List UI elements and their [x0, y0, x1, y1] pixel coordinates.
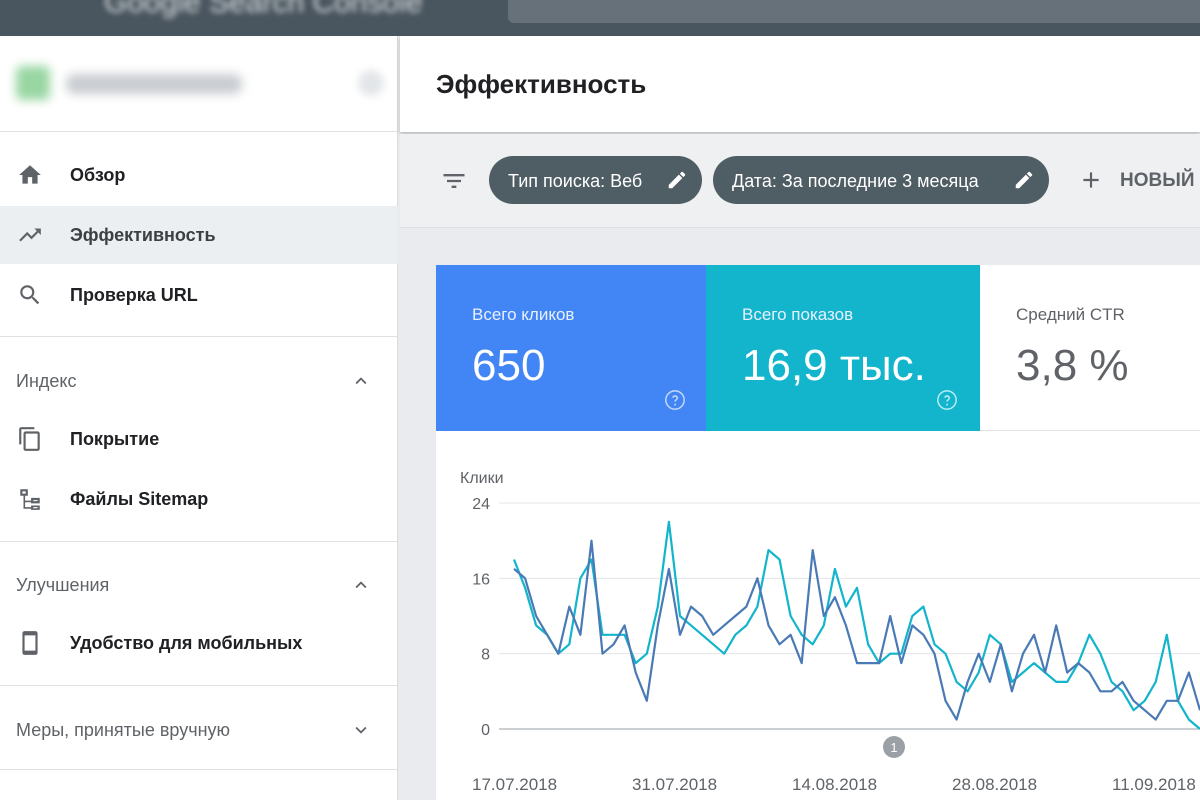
divider — [0, 769, 398, 770]
sidebar-item-label: Покрытие — [70, 429, 160, 449]
metric-value: 3,8 % — [1016, 341, 1129, 390]
section-label: Меры, принятые вручную — [16, 720, 231, 740]
sidebar-item-coverage[interactable]: Покрытие — [0, 410, 398, 468]
metric-average-ctr[interactable]: Средний CTR 3,8 % — [980, 265, 1200, 431]
page-title: Эффективность — [436, 69, 647, 99]
sidebar-item-overview[interactable]: Обзор — [0, 146, 398, 204]
section-index[interactable]: Индекс — [0, 352, 398, 408]
sidebar-item-url-inspection[interactable]: Проверка URL — [0, 266, 398, 324]
plus-icon — [1083, 172, 1099, 188]
divider — [0, 685, 398, 686]
sidebar-item-mobile-usability[interactable]: Удобство для мобильных — [0, 614, 398, 672]
property-favicon — [16, 66, 50, 100]
copy-pages-icon — [19, 427, 40, 451]
sidebar-item-label: Удобство для мобильных — [70, 633, 303, 653]
x-tick-label: 28.08.2018 — [952, 775, 1037, 794]
x-tick-label: 14.08.2018 — [792, 775, 877, 794]
search-bar[interactable] — [508, 0, 1200, 23]
sidebar-item-label: Эффективность — [70, 225, 216, 245]
metric-label: Средний CTR — [1016, 305, 1125, 324]
y-tick-label: 8 — [481, 647, 490, 664]
metric-label: Всего показов — [742, 305, 854, 324]
sidebar: Обзор Эффективность Проверка URL Индекс … — [0, 36, 398, 800]
impressions-series-line — [512, 520, 1200, 730]
app-bar: Google Search Console — [0, 0, 1200, 36]
y-tick-label: 0 — [481, 722, 490, 739]
smartphone-icon — [22, 631, 38, 655]
metric-value: 650 — [472, 341, 546, 390]
help-icon[interactable] — [936, 389, 958, 411]
chevron-up-icon — [355, 377, 367, 385]
search-type-filter-chip[interactable]: Тип поиска: Веб — [489, 156, 702, 204]
sidebar-item-label: Проверка URL — [70, 285, 198, 305]
section-manual-actions[interactable]: Меры, принятые вручную — [0, 701, 398, 757]
x-tick-label: 31.07.2018 — [632, 775, 717, 794]
home-icon — [19, 165, 41, 184]
search-icon — [20, 285, 40, 305]
property-name — [66, 74, 242, 94]
sidebar-item-label: Файлы Sitemap — [70, 489, 209, 509]
annotation-label: 1 — [890, 740, 897, 755]
property-selector[interactable] — [0, 36, 398, 132]
divider — [0, 336, 398, 337]
sidebar-item-label: Обзор — [70, 165, 126, 185]
clicks-series-line — [513, 539, 1200, 721]
chevron-down-icon — [355, 726, 367, 734]
app-title: Google Search Console — [104, 0, 423, 19]
x-tick-label: 17.07.2018 — [472, 775, 557, 794]
metric-total-clicks[interactable]: Всего кликов 650 — [436, 265, 706, 431]
y-tick-label: 24 — [472, 496, 490, 513]
help-icon[interactable] — [664, 389, 686, 411]
sitemap-icon — [20, 489, 40, 510]
property-dropdown-icon — [358, 70, 384, 96]
section-enhancements[interactable]: Улучшения — [0, 556, 398, 612]
chip-label: Дата: За последние 3 месяца — [732, 171, 979, 191]
date-filter-chip[interactable]: Дата: За последние 3 месяца — [713, 156, 1049, 204]
section-label: Улучшения — [16, 575, 110, 595]
section-label: Индекс — [16, 371, 77, 391]
trending-up-icon — [19, 228, 41, 242]
page-header: Эффективность — [400, 36, 1200, 132]
chip-label: Тип поиска: Веб — [508, 171, 643, 191]
performance-chart: Клики 24 16 8 0 1 17.07.2018 31.07.2018 14.08.20… — [436, 431, 1200, 800]
sidebar-item-sitemaps[interactable]: Файлы Sitemap — [0, 470, 398, 528]
divider — [0, 541, 398, 542]
chevron-up-icon — [355, 581, 367, 589]
y-tick-label: 16 — [472, 571, 490, 588]
metric-value: 16,9 тыс. — [742, 341, 926, 390]
new-filter-label: НОВЫЙ — [1120, 170, 1195, 191]
clicks-line-chart: Клики 24 16 8 0 1 17.07.2018 31.07.2018 14.08.20… — [460, 470, 1200, 794]
metric-total-impressions[interactable]: Всего показов 16,9 тыс. — [706, 265, 980, 431]
filter-bar: Тип поиска: Веб Дата: За последние 3 мес… — [400, 134, 1200, 228]
x-tick-label: 11.09.2018 — [1112, 775, 1196, 794]
filter-list-icon[interactable] — [440, 167, 468, 195]
sidebar-item-performance[interactable]: Эффективность — [0, 206, 398, 264]
metric-label: Всего кликов — [472, 305, 575, 324]
edit-icon — [668, 171, 686, 189]
y-axis-label: Клики — [460, 470, 504, 487]
edit-icon — [1015, 171, 1033, 189]
